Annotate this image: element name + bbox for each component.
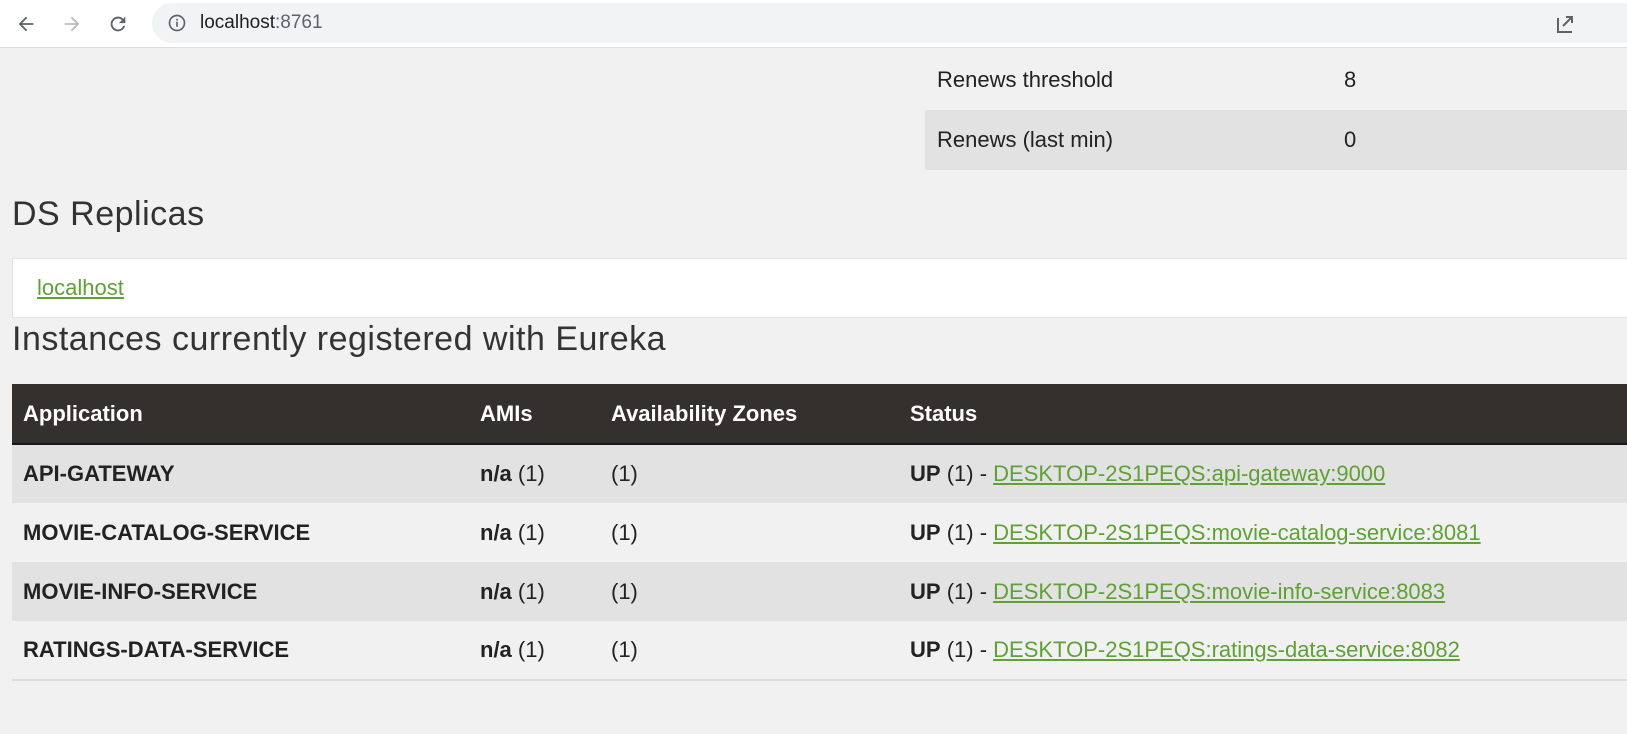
amis-count: (1)	[517, 461, 545, 486]
forward-button[interactable]	[56, 8, 88, 40]
instances-title: Instances currently registered with Eure…	[12, 320, 667, 358]
status-value: UP	[910, 519, 941, 545]
reload-icon	[110, 16, 126, 32]
renews-last-min-value: 0	[1344, 127, 1357, 152]
instance-link[interactable]: DESKTOP-2S1PEQS:movie-catalog-service:80…	[993, 520, 1480, 545]
ds-replicas-title: DS Replicas	[12, 195, 205, 233]
zones-cell: (1)	[611, 461, 638, 486]
amis-cell: n/a (1)	[469, 621, 600, 681]
app-name: RATINGS-DATA-SERVICE	[12, 621, 469, 681]
table-row: MOVIE-INFO-SERVICE n/a (1) (1) UP (1) - …	[12, 562, 1627, 621]
amis-cell: n/a (1)	[469, 562, 600, 621]
app-name: API-GATEWAY	[23, 461, 175, 486]
info-icon[interactable]	[166, 12, 188, 34]
header-availability-zones: Availability Zones	[600, 384, 899, 445]
status-value: UP	[910, 578, 941, 604]
amis-count: (1)	[517, 519, 545, 545]
instance-link[interactable]: DESKTOP-2S1PEQS:ratings-data-service:808…	[993, 637, 1460, 662]
header-status: Status	[899, 384, 1627, 445]
amis-value: n/a	[480, 461, 512, 486]
zones-cell: (1)	[600, 621, 899, 681]
app-name: MOVIE-INFO-SERVICE	[23, 578, 258, 604]
table-row: API-GATEWAY n/a (1) (1) UP (1) - DESKTOP…	[12, 444, 1627, 503]
amis-value: n/a	[480, 637, 512, 662]
address-bar[interactable]: localhost:8761	[152, 3, 1627, 43]
status-count: (1) -	[946, 519, 988, 545]
status-cell: UP (1) - DESKTOP-2S1PEQS:api-gateway:900…	[899, 444, 1627, 503]
share-icon[interactable]	[1556, 12, 1576, 34]
table-row: RATINGS-DATA-SERVICE n/a (1) (1) UP (1) …	[12, 621, 1627, 681]
status-cell: UP (1) - DESKTOP-2S1PEQS:movie-info-serv…	[899, 562, 1627, 621]
amis-value: n/a	[480, 519, 512, 545]
url-host: localhost	[200, 12, 275, 33]
renews-threshold-row: Renews threshold 8	[925, 50, 1627, 110]
zones-cell: (1)	[611, 519, 638, 545]
url-port: :8761	[275, 12, 323, 33]
status-value: UP	[910, 461, 941, 486]
table-header-row: Application AMIs Availability Zones Stat…	[12, 384, 1627, 445]
arrow-right-icon	[64, 16, 80, 32]
status-count: (1) -	[946, 461, 988, 486]
browser-toolbar: localhost:8761	[0, 0, 1627, 48]
replica-link[interactable]: localhost	[37, 275, 124, 301]
table-row: MOVIE-CATALOG-SERVICE n/a (1) (1) UP (1)…	[12, 503, 1627, 562]
header-application: Application	[12, 384, 469, 445]
renews-threshold-value: 8	[1344, 67, 1357, 92]
amis-cell: n/a (1)	[469, 444, 600, 503]
status-count: (1) -	[946, 578, 988, 604]
arrow-left-icon	[18, 16, 34, 32]
zones-cell: (1)	[611, 578, 638, 604]
renews-last-min-row: Renews (last min) 0	[925, 110, 1627, 170]
status-cell: UP (1) - DESKTOP-2S1PEQS:movie-catalog-s…	[899, 503, 1627, 562]
renews-table: Renews threshold 8 Renews (last min) 0	[925, 50, 1627, 170]
renews-threshold-label: Renews threshold	[937, 67, 1114, 92]
instances-table: Application AMIs Availability Zones Stat…	[12, 384, 1627, 681]
amis-count: (1)	[517, 637, 545, 662]
instance-link[interactable]: DESKTOP-2S1PEQS:movie-info-service:8083	[993, 579, 1445, 604]
instance-link[interactable]: DESKTOP-2S1PEQS:api-gateway:9000	[993, 461, 1385, 486]
header-amis: AMIs	[469, 384, 600, 445]
app-name: MOVIE-CATALOG-SERVICE	[23, 519, 311, 545]
amis-cell: n/a (1)	[469, 503, 600, 562]
amis-count: (1)	[517, 578, 545, 604]
status-value: UP	[910, 637, 941, 662]
status-count: (1) -	[946, 637, 988, 662]
reload-button[interactable]	[102, 8, 134, 40]
status-cell: UP (1) - DESKTOP-2S1PEQS:ratings-data-se…	[899, 621, 1627, 681]
replicas-list: localhost	[12, 258, 1627, 318]
back-button[interactable]	[10, 8, 42, 40]
renews-last-min-label: Renews (last min)	[937, 127, 1114, 152]
amis-value: n/a	[480, 578, 512, 604]
